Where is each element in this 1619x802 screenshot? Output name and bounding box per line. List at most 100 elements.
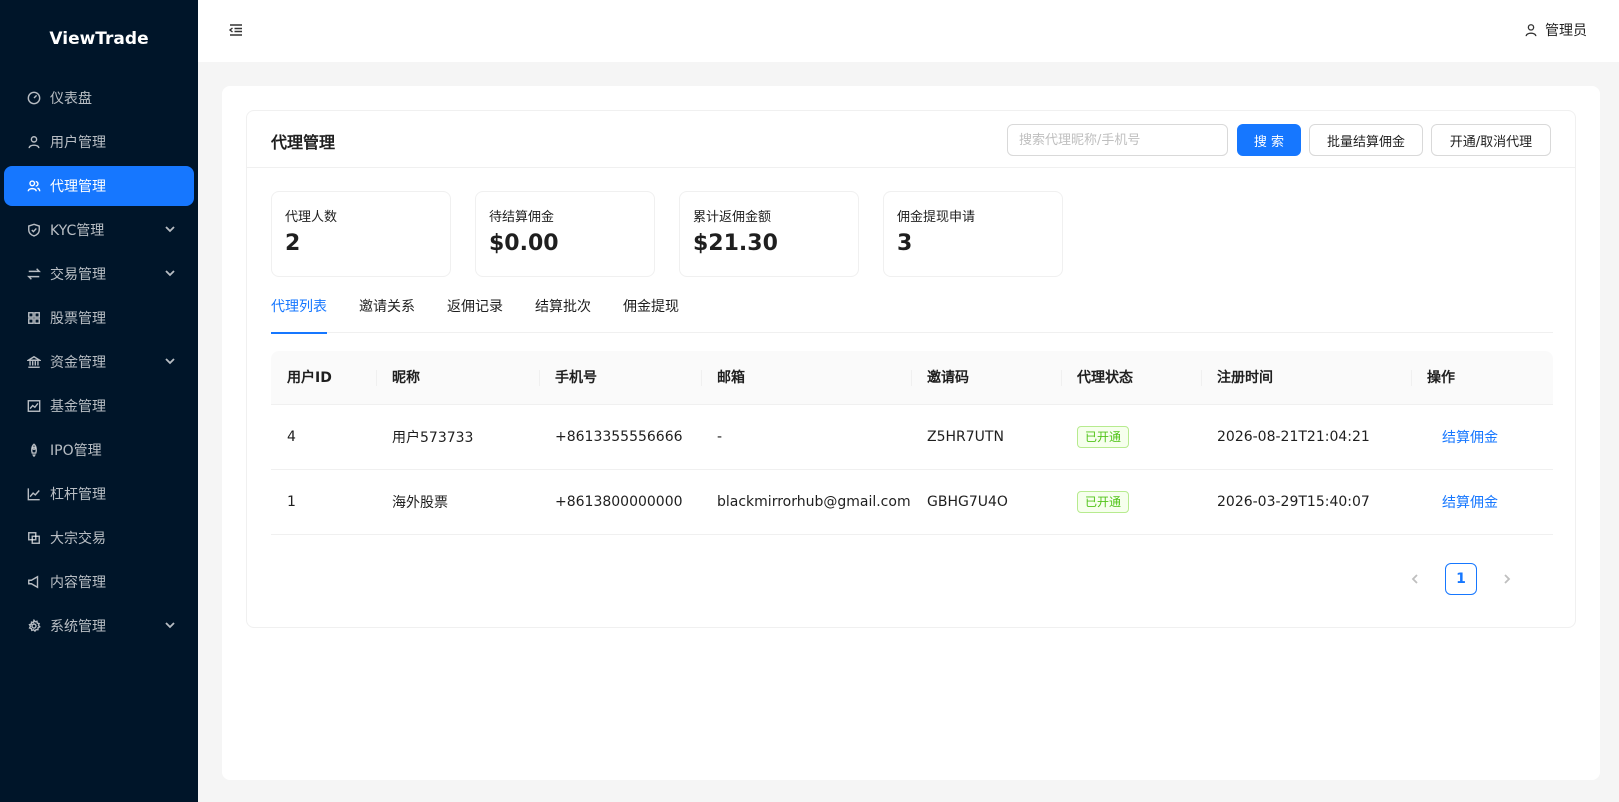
- pagination: 1: [1399, 563, 1523, 595]
- cell-status: 已开通: [1061, 426, 1201, 448]
- prev-page-button[interactable]: [1399, 563, 1431, 595]
- next-page-button[interactable]: [1491, 563, 1523, 595]
- rocket-icon: [26, 442, 42, 458]
- column-header: 昵称: [376, 351, 539, 405]
- user-name: 管理员: [1545, 23, 1587, 39]
- batch-settle-button[interactable]: 批量结算佣金: [1309, 124, 1423, 156]
- menu-fold-icon[interactable]: [228, 22, 244, 38]
- stat-card-withdraw-requests: 佣金提现申请 3: [883, 191, 1063, 277]
- team-icon: [26, 178, 42, 194]
- stat-label: 累计返佣金额: [693, 210, 772, 225]
- chevron-down-icon: [164, 355, 176, 367]
- column-header: 代理状态: [1061, 351, 1201, 405]
- column-header: 注册时间: [1201, 351, 1411, 405]
- sidebar-item-label: 仪表盘: [50, 91, 92, 107]
- cell-register-time: 2026-03-29T15:40:07: [1217, 494, 1370, 510]
- stat-value: 3: [897, 231, 913, 256]
- cell-invite-code: GBHG7U4O: [927, 494, 1008, 510]
- tab-agent-list[interactable]: 代理列表: [271, 289, 327, 334]
- toggle-agent-button[interactable]: 开通/取消代理: [1431, 124, 1551, 156]
- sidebar-item-stocks[interactable]: 股票管理: [4, 298, 194, 338]
- sidebar-item-leverage[interactable]: 杠杆管理: [4, 474, 194, 514]
- block-icon: [26, 530, 42, 546]
- sidebar-item-label: 基金管理: [50, 399, 106, 415]
- card-header: 代理管理 搜 索 批量结算佣金 开通/取消代理: [247, 111, 1575, 168]
- sidebar-item-system[interactable]: 系统管理: [4, 606, 194, 646]
- tab-settlement-batches[interactable]: 结算批次: [535, 289, 591, 333]
- cell-actions: 结算佣金: [1411, 492, 1553, 512]
- bank-icon: [26, 354, 42, 370]
- stat-label: 待结算佣金: [489, 210, 555, 225]
- app-logo[interactable]: ViewTrade: [0, 0, 198, 78]
- stat-value: 2: [285, 231, 301, 256]
- cell-email: blackmirrorhub@gmail.com: [717, 494, 911, 510]
- stat-value: $0.00: [489, 231, 559, 256]
- sidebar-menu: 仪表盘 用户管理 代理管理 KYC管理 交易管理 股票管理 资金管理 基金管理 …: [0, 78, 198, 646]
- chevron-down-icon: [164, 619, 176, 631]
- tab-rebate-records[interactable]: 返佣记录: [447, 289, 503, 333]
- sidebar-item-users[interactable]: 用户管理: [4, 122, 194, 162]
- settle-commission-link[interactable]: 结算佣金: [1442, 495, 1498, 511]
- tab-bar: 代理列表 邀请关系 返佣记录 结算批次 佣金提现: [271, 289, 1553, 334]
- stat-card-agent-count: 代理人数 2: [271, 191, 451, 277]
- sidebar-item-label: 内容管理: [50, 575, 106, 591]
- status-badge: 已开通: [1077, 491, 1130, 513]
- sidebar-item-agents[interactable]: 代理管理: [4, 166, 194, 206]
- status-badge: 已开通: [1077, 426, 1130, 448]
- chevron-left-icon: [1411, 574, 1418, 584]
- chevron-down-icon: [164, 267, 176, 279]
- column-header: 手机号: [539, 351, 701, 405]
- cell-nickname: 海外股票: [392, 495, 448, 511]
- tab-invite-relations[interactable]: 邀请关系: [359, 289, 415, 333]
- sidebar-item-ipo[interactable]: IPO管理: [4, 430, 194, 470]
- table-row: 1 海外股票 +8613800000000 blackmirrorhub@gma…: [271, 470, 1553, 535]
- sidebar-item-label: 系统管理: [50, 619, 106, 635]
- stock-chart-icon: [26, 398, 42, 414]
- notification-icon: [26, 574, 42, 590]
- settle-commission-link[interactable]: 结算佣金: [1442, 430, 1498, 446]
- table-row: 4 用户573733 +8613355556666 - Z5HR7UTN 已开通…: [271, 405, 1553, 470]
- content-area: 代理管理 搜 索 批量结算佣金 开通/取消代理 代理人数 2 待结算佣金 $0.…: [222, 86, 1600, 780]
- cell-invite-code: Z5HR7UTN: [927, 429, 1004, 445]
- sidebar-item-label: 大宗交易: [50, 531, 106, 547]
- cell-phone: +8613355556666: [555, 429, 683, 445]
- sidebar-item-content[interactable]: 内容管理: [4, 562, 194, 602]
- shield-icon: [26, 222, 42, 238]
- page-number-button[interactable]: 1: [1445, 563, 1477, 595]
- cell-email: -: [717, 429, 723, 445]
- table-header: 用户ID 昵称 手机号 邮箱 邀请码 代理状态 注册时间 操作: [271, 351, 1553, 405]
- user-icon: [26, 134, 42, 150]
- sidebar-item-label: 资金管理: [50, 355, 106, 371]
- setting-icon: [26, 618, 42, 634]
- sidebar-item-fund-products[interactable]: 基金管理: [4, 386, 194, 426]
- search-button[interactable]: 搜 索: [1237, 124, 1301, 156]
- search-input[interactable]: [1007, 124, 1228, 156]
- cell-register-time: 2026-08-21T21:04:21: [1217, 429, 1370, 445]
- stat-label: 代理人数: [285, 210, 338, 225]
- tab-commission-withdraw[interactable]: 佣金提现: [623, 289, 679, 333]
- sidebar-item-label: IPO管理: [50, 443, 102, 459]
- cell-user-id: 4: [287, 429, 296, 445]
- stat-value: $21.30: [693, 231, 778, 256]
- agent-table: 用户ID 昵称 手机号 邮箱 邀请码 代理状态 注册时间 操作 4 用户5737…: [271, 351, 1553, 535]
- chevron-down-icon: [164, 223, 176, 235]
- stat-label: 佣金提现申请: [897, 210, 976, 225]
- sidebar-item-label: 用户管理: [50, 135, 106, 151]
- sidebar-item-kyc[interactable]: KYC管理: [4, 210, 194, 250]
- cell-phone: +8613800000000: [555, 494, 683, 510]
- sidebar-item-funds[interactable]: 资金管理: [4, 342, 194, 382]
- sidebar-item-block-trade[interactable]: 大宗交易: [4, 518, 194, 558]
- sidebar-item-label: 交易管理: [50, 267, 106, 283]
- stat-card-total-rebate: 累计返佣金额 $21.30: [679, 191, 859, 277]
- top-header: 管理员: [198, 0, 1619, 62]
- page-title: 代理管理: [271, 133, 336, 152]
- sidebar-item-dashboard[interactable]: 仪表盘: [4, 78, 194, 118]
- column-header: 用户ID: [287, 369, 332, 386]
- agent-management-card: 代理管理 搜 索 批量结算佣金 开通/取消代理 代理人数 2 待结算佣金 $0.…: [246, 110, 1576, 628]
- user-icon: [1525, 24, 1537, 37]
- user-menu[interactable]: 管理员: [1524, 20, 1587, 40]
- column-header: 邮箱: [701, 351, 911, 405]
- sidebar-item-trades[interactable]: 交易管理: [4, 254, 194, 294]
- stats-row: 代理人数 2 待结算佣金 $0.00 累计返佣金额 $21.30 佣金提现申请 …: [271, 191, 1087, 277]
- grid-icon: [26, 310, 42, 326]
